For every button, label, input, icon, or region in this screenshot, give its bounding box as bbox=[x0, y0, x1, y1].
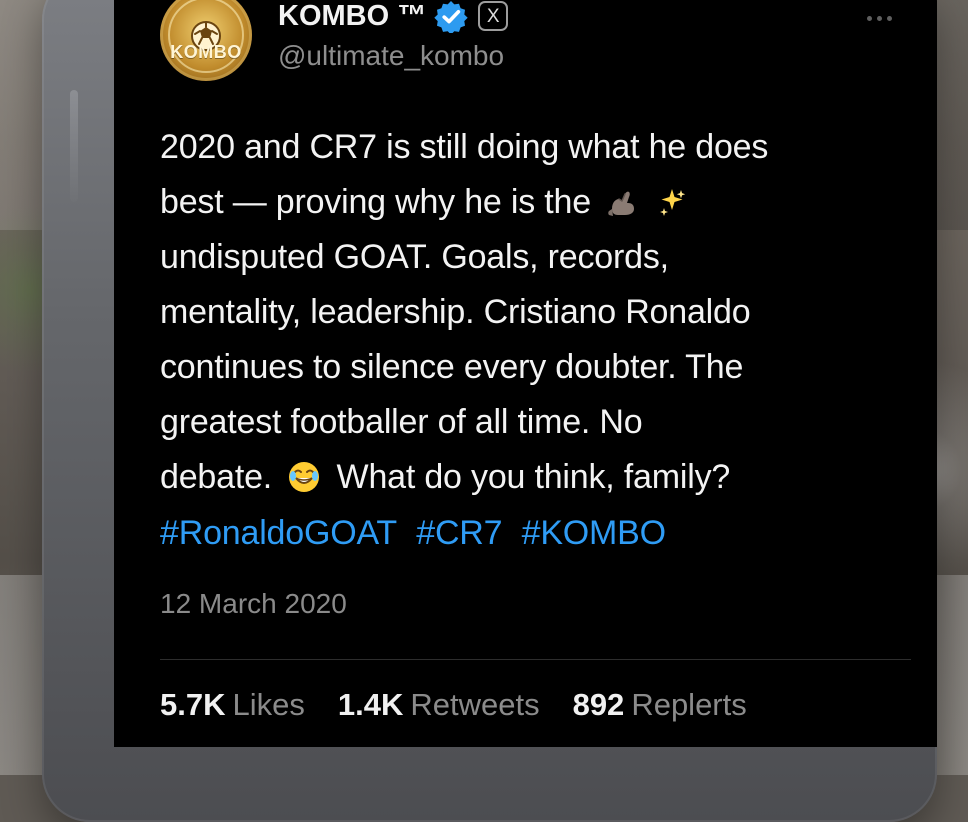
tweet-line-text: greatest footballer of all time. No bbox=[160, 403, 643, 441]
avatar-label: KOMBO bbox=[170, 42, 242, 62]
likes-stat[interactable]: 5.7K Likes bbox=[160, 689, 305, 720]
author-block: KOMBO ™ X @ultimate_kombo bbox=[278, 0, 818, 71]
phone-frame: KOMBO KOMBO ™ X @ultimate_kombo 2020 and… bbox=[42, 0, 937, 822]
tweet-screen: KOMBO KOMBO ™ X @ultimate_kombo 2020 and… bbox=[114, 0, 937, 747]
tweet-line-text: 2020 and CR7 is still doing what he does bbox=[160, 128, 769, 166]
likes-label: Likes bbox=[232, 687, 305, 722]
tweet-line-text: mentality, leadership. Cristiano Ronaldo bbox=[160, 293, 751, 331]
phone-side-button-left bbox=[70, 90, 78, 202]
x-logo-icon[interactable]: X bbox=[478, 1, 509, 31]
tweet-line: undisputed GOAT. Goals, records, bbox=[160, 230, 890, 285]
tweet-line: best — proving why he is the bbox=[160, 175, 890, 230]
replies-count: 892 bbox=[572, 687, 625, 722]
retweets-count: 1.4K bbox=[337, 687, 404, 722]
display-name[interactable]: KOMBO ™ bbox=[278, 1, 426, 31]
tweet-line-text: best — proving why he is the bbox=[160, 183, 591, 221]
tweet-header: KOMBO KOMBO ™ X @ultimate_kombo bbox=[160, 0, 900, 99]
tweet-line-text: debate. bbox=[160, 458, 273, 496]
tweet-line: 2020 and CR7 is still doing what he does bbox=[160, 120, 890, 175]
engagement-stats: 5.7K Likes 1.4K Retweets 892 Replerts bbox=[160, 689, 747, 720]
avatar[interactable]: KOMBO bbox=[160, 0, 252, 81]
tweet-line: continues to silence every doubter. The bbox=[160, 340, 890, 395]
retweets-stat[interactable]: 1.4K Retweets bbox=[338, 689, 540, 720]
flexed-biceps-icon bbox=[608, 191, 635, 217]
tweet-line-text: undisputed GOAT. Goals, records, bbox=[160, 238, 669, 276]
likes-count: 5.7K bbox=[160, 687, 226, 722]
tweet-timestamp[interactable]: 12 March 2020 bbox=[160, 590, 347, 618]
verified-badge-icon bbox=[434, 1, 468, 33]
more-dot-icon bbox=[876, 15, 882, 21]
more-dot-icon bbox=[886, 15, 892, 21]
more-options-button[interactable] bbox=[858, 9, 900, 27]
stats-divider bbox=[160, 659, 911, 660]
hashtag-link[interactable]: #KOMBO bbox=[522, 514, 666, 552]
more-dot-icon bbox=[866, 15, 872, 21]
retweets-label: Retweets bbox=[410, 687, 540, 722]
tweet-text: 2020 and CR7 is still doing what he does… bbox=[160, 120, 890, 561]
handle[interactable]: @ultimate_kombo bbox=[278, 40, 818, 71]
hashtag-link[interactable]: #CR7 bbox=[416, 514, 502, 552]
tweet-line: debate. What do you think, family? bbox=[160, 450, 890, 505]
name-row: KOMBO ™ X bbox=[278, 0, 818, 37]
tweet-line-text: What do you think, family? bbox=[336, 458, 731, 496]
sparkles-icon bbox=[660, 189, 686, 217]
tweet-line: mentality, leadership. Cristiano Ronaldo bbox=[160, 285, 890, 340]
hashtag-row: #RonaldoGOAT #CR7 #KOMBO bbox=[160, 506, 890, 561]
replies-label: Replerts bbox=[631, 687, 747, 722]
hashtag-link[interactable]: #RonaldoGOAT bbox=[160, 514, 397, 552]
tweet-line-text: continues to silence every doubter. The bbox=[160, 348, 744, 386]
laughing-face-icon bbox=[289, 462, 320, 493]
replies-stat[interactable]: 892 Replerts bbox=[573, 689, 747, 720]
tweet-line: greatest footballer of all time. No bbox=[160, 395, 890, 450]
